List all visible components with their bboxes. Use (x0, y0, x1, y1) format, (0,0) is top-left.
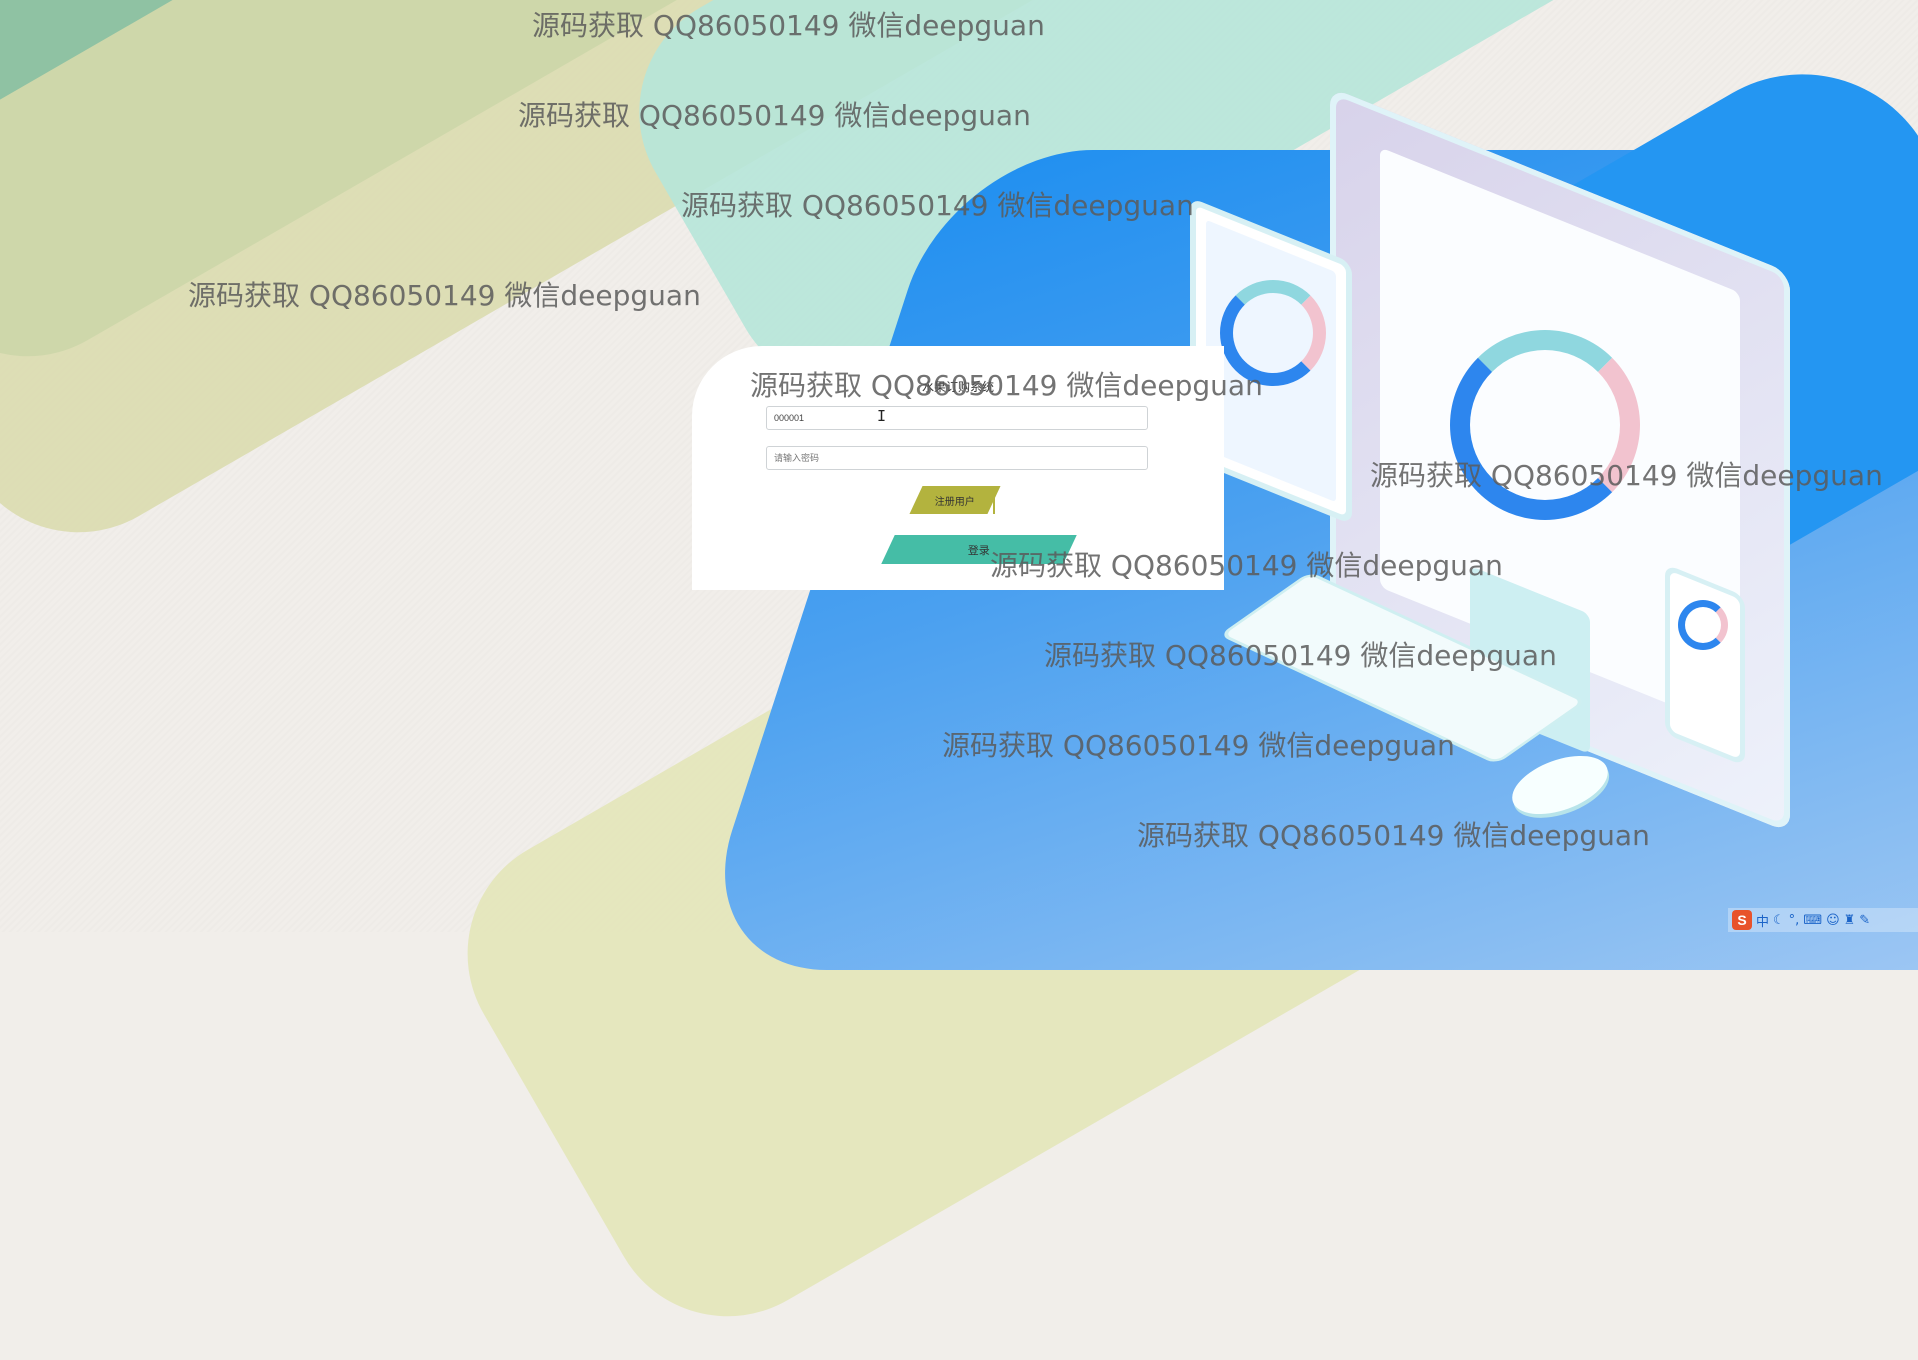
register-button-edge (993, 486, 995, 514)
shirt-icon[interactable]: ♜ (1844, 913, 1856, 928)
register-button[interactable]: 注册用户 (909, 486, 1001, 514)
ime-language-toggle[interactable]: 中 (1756, 911, 1769, 930)
keyboard-icon[interactable]: ⌨ (1803, 913, 1822, 928)
login-title: 水果订购系统 (921, 380, 994, 394)
computer-illustration (1150, 87, 1910, 833)
register-button-label: 注册用户 (935, 496, 975, 508)
ime-tray: S 中 ☾ °, ⌨ ☺ ♜ ✎ (1728, 908, 1918, 932)
wrench-icon[interactable]: ✎ (1859, 913, 1870, 928)
login-button[interactable]: 登录 (881, 535, 1077, 564)
text-cursor-icon: I (877, 407, 887, 425)
password-input[interactable] (766, 446, 1148, 470)
user-icon[interactable]: ☺ (1826, 913, 1840, 928)
login-panel: 水果订购系统 注册用户 登录 (692, 346, 1224, 590)
punctuation-icon[interactable]: °, (1789, 913, 1800, 928)
phone-donut-icon (1678, 600, 1728, 650)
tablet-donut-icon (1220, 280, 1326, 386)
username-input[interactable] (766, 406, 1148, 430)
login-button-label: 登录 (968, 544, 990, 557)
donut-chart-icon (1450, 330, 1640, 520)
sogou-logo-icon[interactable]: S (1732, 910, 1752, 930)
phone-illustration (1665, 563, 1745, 767)
moon-icon[interactable]: ☾ (1773, 913, 1785, 928)
